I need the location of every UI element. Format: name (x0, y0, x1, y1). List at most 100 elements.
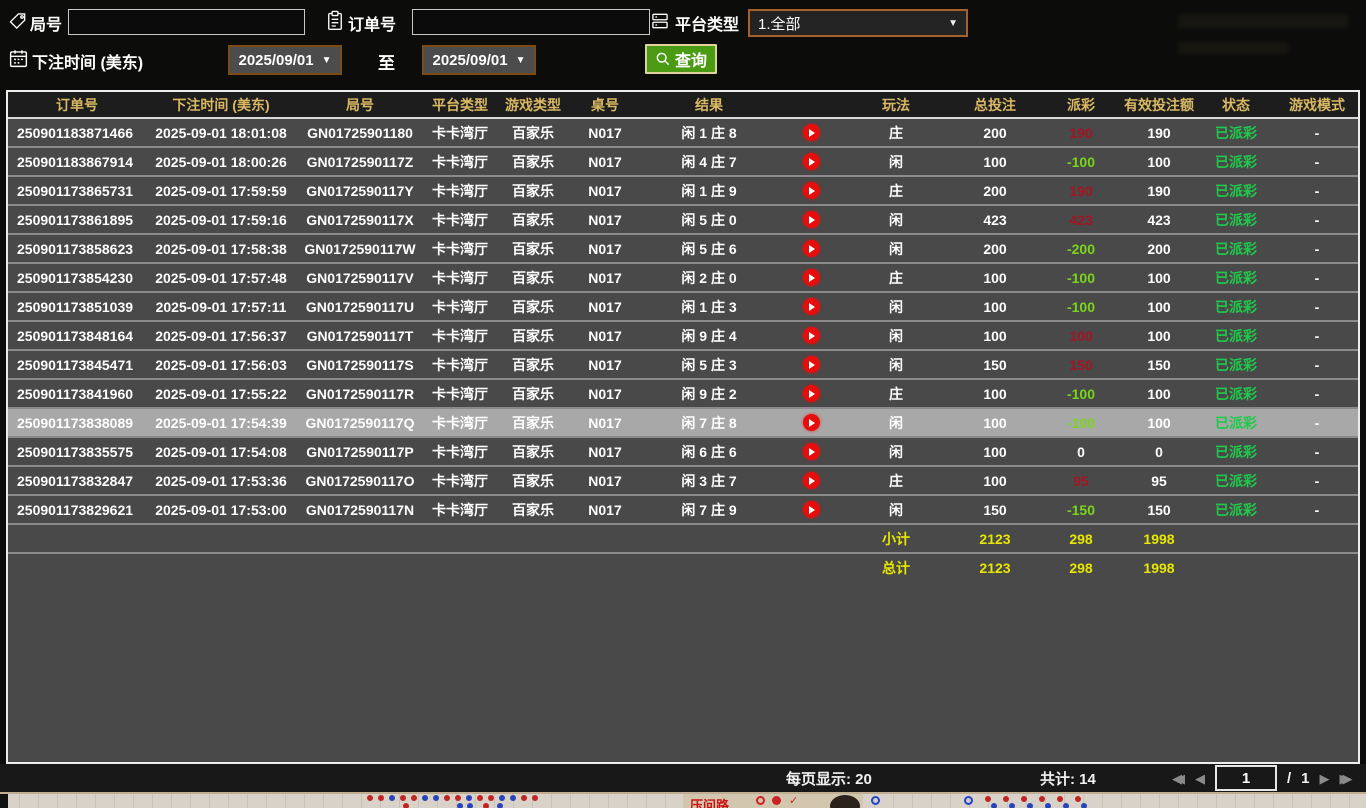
page-number-input[interactable] (1215, 765, 1277, 791)
cell-total-bet: 100 (948, 320, 1042, 350)
roadmap-dot (467, 803, 473, 808)
column-header: 状态 (1198, 92, 1274, 119)
cell-valid-bet: 100 (1120, 378, 1198, 408)
grand-total-row-cell: 2123 (948, 552, 1042, 581)
cell-result: 闲 5 庄 0 (640, 204, 778, 234)
date-to-picker[interactable]: 2025/09/01 ▼ (422, 45, 536, 75)
last-page-button[interactable]: ▶▶ (1340, 772, 1353, 785)
round-no-input[interactable] (68, 9, 305, 35)
cell-total-bet: 100 (948, 378, 1042, 408)
cell-status: 已派彩 (1198, 378, 1274, 408)
first-page-button[interactable]: ◀◀ (1172, 772, 1185, 785)
replay-video-icon[interactable] (802, 240, 820, 258)
roadmap-dot (1075, 796, 1081, 802)
cell-total-bet: 100 (948, 146, 1042, 176)
table-row[interactable]: 250901173858623 2025-09-01 17:58:38 GN0172… (8, 233, 1358, 263)
cell-bet-time: 2025-09-01 17:57:48 (146, 262, 296, 292)
next-page-button[interactable]: ▶ (1320, 772, 1330, 785)
replay-video-icon[interactable] (802, 153, 820, 171)
roadmap-dot (367, 795, 373, 801)
cell-platform-type: 卡卡湾厅 (424, 378, 496, 408)
cell-table-number: N017 (570, 320, 640, 350)
table-row[interactable]: 250901173838089 2025-09-01 17:54:39 GN0172… (8, 407, 1358, 437)
cell-valid-bet: 190 (1147, 124, 1171, 141)
platform-type-select[interactable]: 1.全部 ▼ (748, 9, 968, 37)
table-row[interactable]: 250901183871466 2025-09-01 18:01:08 GN0172… (8, 118, 1358, 147)
roadmap-dot (1027, 803, 1033, 808)
cell-platform-type: 卡卡湾厅 (424, 320, 496, 350)
cell-bet-play: 闲 (844, 320, 948, 350)
replay-video-icon[interactable] (802, 269, 820, 287)
column-header: 平台类型 (424, 92, 496, 119)
table-row[interactable]: 250901173854230 2025-09-01 17:57:48 GN0172… (8, 262, 1358, 292)
roadmap-dot (411, 795, 417, 801)
prev-page-button[interactable]: ◀ (1195, 772, 1205, 785)
banker-dot-icon (772, 796, 781, 805)
replay-video-icon[interactable] (802, 124, 820, 142)
replay-video-icon[interactable] (802, 327, 820, 345)
table-row[interactable]: 250901173845471 2025-09-01 17:56:03 GN0172… (8, 349, 1358, 379)
cell-table-number: N017 (570, 175, 640, 205)
table-row[interactable]: 250901173865731 2025-09-01 17:59:59 GN0172… (8, 175, 1358, 205)
cell-order-number: 250901173832847 (8, 465, 146, 495)
cell-platform-type: 卡卡湾厅 (424, 436, 496, 466)
bet-time-label: 下注时间 (美东) (32, 55, 144, 72)
table-row[interactable]: 250901173829621 2025-09-01 17:53:00 GN0172… (8, 494, 1358, 524)
cell-table-number: N017 (570, 262, 640, 292)
subtotal-row-cell: 298 (1042, 523, 1120, 553)
platform-type-label: 平台类型 (675, 17, 740, 34)
replay-icon (778, 233, 844, 263)
table-row[interactable]: 250901173832847 2025-09-01 17:53:36 GN0172… (8, 465, 1358, 495)
cell-round-number: GN0172590117Y (296, 175, 424, 205)
grand-total-row-cell (8, 552, 146, 581)
replay-video-icon[interactable] (802, 385, 820, 403)
replay-icon (778, 118, 844, 147)
cell-order-number: 250901183867914 (8, 146, 146, 176)
replay-video-icon[interactable] (802, 298, 820, 316)
table-row[interactable]: 250901173851039 2025-09-01 17:57:11 GN0172… (8, 291, 1358, 321)
replay-video-icon[interactable] (802, 182, 820, 200)
replay-video-icon[interactable] (802, 472, 820, 490)
cell-valid-bet: 100 (1120, 291, 1198, 321)
cell-order-number: 250901173851039 (8, 291, 146, 321)
roadmap-dot (477, 795, 483, 801)
cell-valid-bet: 150 (1120, 494, 1198, 524)
calendar-icon (8, 48, 29, 69)
cell-game-mode: - (1274, 494, 1358, 524)
cell-status: 已派彩 (1215, 124, 1257, 141)
replay-video-icon[interactable] (802, 443, 820, 461)
total-count-label: 共计: 14 (1040, 770, 1096, 788)
cell-platform-type: 卡卡湾厅 (424, 175, 496, 205)
cell-status: 已派彩 (1198, 436, 1274, 466)
roadmap-dot (521, 795, 527, 801)
table-row[interactable]: 250901183867914 2025-09-01 18:00:26 GN0172… (8, 146, 1358, 176)
page-separator: / (1287, 769, 1292, 787)
date-from-picker[interactable]: 2025/09/01 ▼ (228, 45, 342, 75)
table-row[interactable]: 250901173841960 2025-09-01 17:55:22 GN0172… (8, 378, 1358, 408)
cell-game-mode: - (1274, 291, 1358, 321)
cell-bet-time: 2025-09-01 17:53:00 (146, 494, 296, 524)
pagination-bar: 每页显示: 20 共计: 14 ◀◀ ◀ / 1 ▶ ▶▶ (0, 764, 1366, 792)
replay-video-icon[interactable] (802, 414, 820, 432)
table-row[interactable]: 250901173848164 2025-09-01 17:56:37 GN0172… (8, 320, 1358, 350)
cell-game-type: 百家乐 (496, 465, 570, 495)
cell-game-mode: - (1274, 407, 1358, 437)
subtotal-row-cell (1198, 523, 1274, 553)
replay-video-icon[interactable] (802, 211, 820, 229)
replay-video-icon[interactable] (802, 501, 820, 519)
cell-table-number: N017 (570, 378, 640, 408)
roadmap-dot (985, 796, 991, 802)
cell-game-type: 百家乐 (496, 262, 570, 292)
cell-status: 已派彩 (1198, 262, 1274, 292)
cell-bet-play: 闲 (844, 204, 948, 234)
roadmap-dot (1063, 803, 1069, 808)
replay-video-icon[interactable] (802, 356, 820, 374)
cell-bet-time: 2025-09-01 17:55:22 (146, 378, 296, 408)
cell-game-mode: - (1274, 146, 1358, 176)
table-row[interactable]: 250901173835575 2025-09-01 17:54:08 GN0172… (8, 436, 1358, 466)
cell-valid-bet: 100 (1120, 407, 1198, 437)
table-row[interactable]: 250901173861895 2025-09-01 17:59:16 GN0172… (8, 204, 1358, 234)
search-button[interactable]: 查询 (645, 44, 718, 74)
order-no-input[interactable] (412, 9, 650, 35)
cell-game-type: 百家乐 (496, 349, 570, 379)
